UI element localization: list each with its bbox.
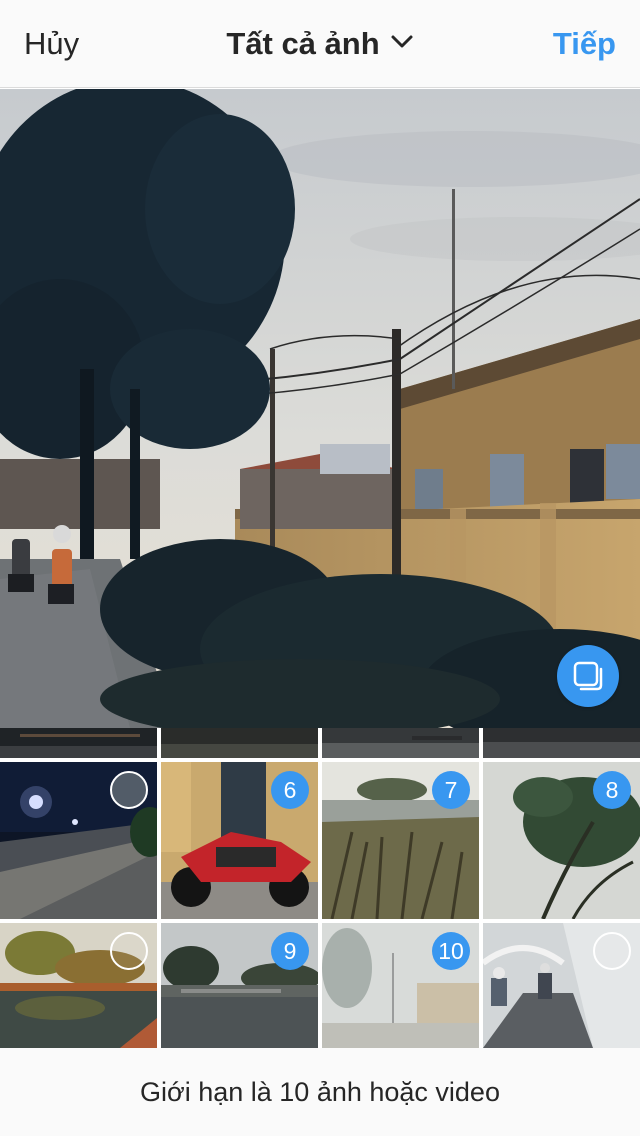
photo-thumbnail[interactable] xyxy=(161,728,318,758)
photo-grid: 6 7 8 9 10 xyxy=(0,728,640,1048)
photo-thumbnail[interactable]: 7 xyxy=(322,762,479,919)
cancel-button[interactable]: Hủy xyxy=(24,24,79,64)
top-bar: Hủy Tất cả ảnh Tiếp xyxy=(0,0,640,88)
photo-thumbnail[interactable] xyxy=(0,923,157,1048)
preview-image xyxy=(0,89,640,728)
photo-thumbnail[interactable] xyxy=(322,728,479,758)
photo-thumbnail[interactable]: 9 xyxy=(161,923,318,1048)
album-selector[interactable]: Tất cả ảnh xyxy=(226,24,413,64)
photo-thumbnail[interactable] xyxy=(0,728,157,758)
title-container: Tất cả ảnh xyxy=(0,24,640,64)
selection-circle[interactable] xyxy=(110,771,148,809)
photo-thumbnail[interactable] xyxy=(483,728,640,758)
multi-select-button[interactable] xyxy=(557,645,619,707)
selection-circle[interactable] xyxy=(110,932,148,970)
photo-thumbnail[interactable]: 10 xyxy=(322,923,479,1048)
selection-circle[interactable] xyxy=(593,932,631,970)
next-button[interactable]: Tiếp xyxy=(553,24,616,64)
selection-badge[interactable]: 9 xyxy=(271,932,309,970)
selection-limit-text: Giới hạn là 10 ảnh hoặc video xyxy=(140,1076,500,1107)
photo-thumbnail[interactable] xyxy=(0,762,157,919)
footer-bar: Giới hạn là 10 ảnh hoặc video xyxy=(0,1048,640,1136)
selection-badge[interactable]: 7 xyxy=(432,771,470,809)
selection-badge[interactable]: 10 xyxy=(432,932,470,970)
selection-badge[interactable]: 8 xyxy=(593,771,631,809)
album-title: Tất cả ảnh xyxy=(226,26,380,61)
photo-thumbnail[interactable] xyxy=(483,923,640,1048)
photo-thumbnail[interactable]: 6 xyxy=(161,762,318,919)
photo-preview[interactable] xyxy=(0,89,640,728)
chevron-down-icon xyxy=(390,34,414,55)
multi-select-icon xyxy=(571,659,605,693)
selection-badge[interactable]: 6 xyxy=(271,771,309,809)
photo-thumbnail[interactable]: 8 xyxy=(483,762,640,919)
